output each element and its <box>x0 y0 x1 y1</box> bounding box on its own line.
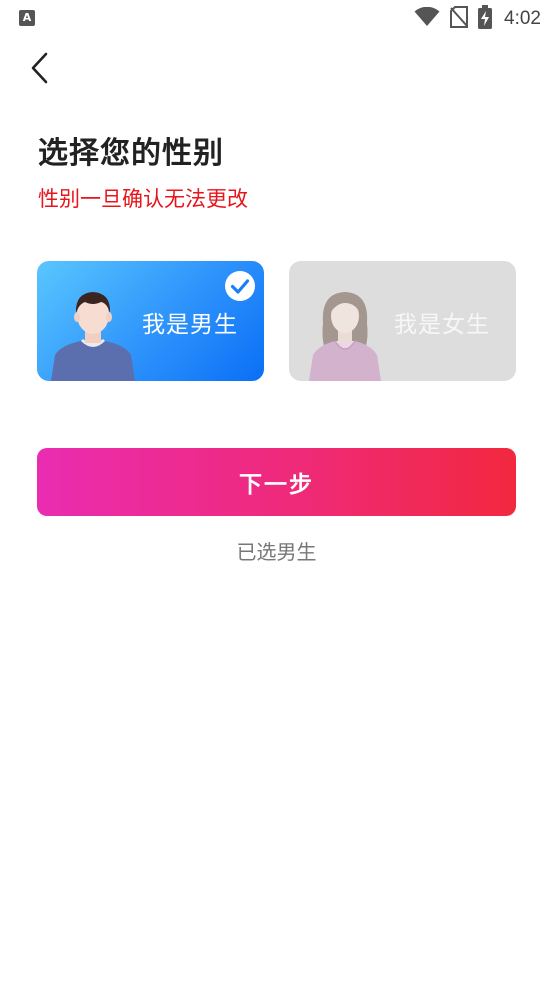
status-bar-right: 4:02 <box>414 5 541 33</box>
wifi-icon <box>414 6 440 31</box>
male-avatar-icon <box>47 283 139 381</box>
female-avatar-icon <box>299 283 391 381</box>
check-circle-icon <box>224 270 256 302</box>
next-step-button[interactable]: 下一步 <box>37 448 516 516</box>
app-notification-icon: A <box>19 10 35 26</box>
chevron-left-icon <box>29 51 51 89</box>
female-option-label: 我是女生 <box>394 312 490 338</box>
status-bar: A 4:02 <box>0 0 553 38</box>
male-option-label: 我是男生 <box>142 312 238 338</box>
selected-gender-hint: 已选男生 <box>236 540 317 564</box>
battery-charging-icon <box>478 5 493 33</box>
male-option-card[interactable]: 我是男生 <box>37 261 264 381</box>
warning-text: 性别一旦确认无法更改 <box>38 187 248 211</box>
no-sim-icon <box>450 6 469 32</box>
status-time: 4:02 <box>504 8 541 29</box>
back-button[interactable] <box>22 50 58 90</box>
female-option-card[interactable]: 我是女生 <box>289 261 516 381</box>
page-title: 选择您的性别 <box>38 136 224 171</box>
